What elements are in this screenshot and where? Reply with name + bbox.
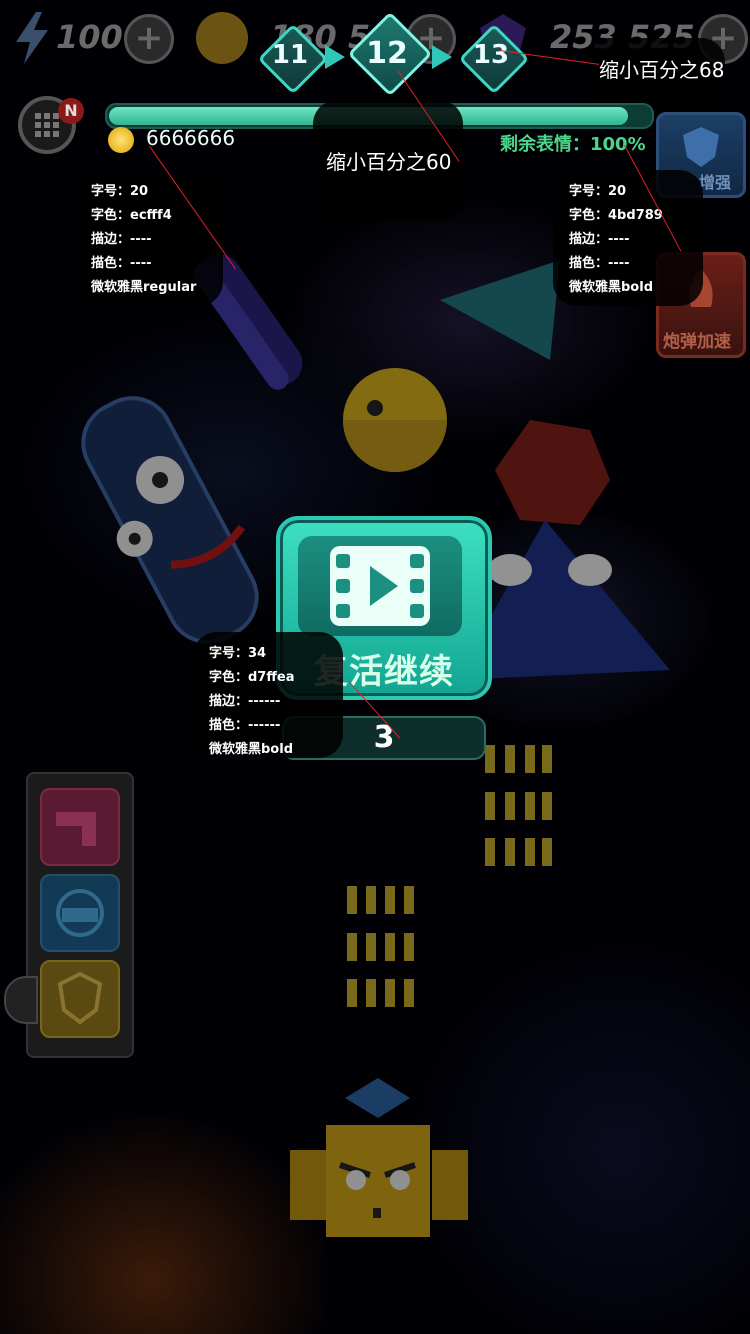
spec-line: 描色：------ bbox=[209, 718, 281, 733]
spec-line: 字色：4bd789 bbox=[569, 208, 663, 223]
armor-icon bbox=[57, 972, 103, 1025]
level-arrow-icon bbox=[432, 45, 452, 69]
level-current-label: 12 bbox=[366, 36, 408, 71]
coin-spec-note: 字号：20 字色：ecfff4 描边：---- 描色：---- 微软雅黑regular bbox=[75, 170, 223, 306]
skill-armor-button[interactable] bbox=[40, 960, 120, 1038]
spec-line: 字号：34 bbox=[209, 646, 267, 661]
revive-icon-panel bbox=[298, 536, 462, 636]
remaining-percent: 100% bbox=[590, 134, 646, 155]
video-play-icon bbox=[330, 546, 430, 626]
shell-speed-label: 炮弹加速 bbox=[663, 332, 731, 352]
skill-gun-button[interactable] bbox=[40, 788, 120, 866]
spec-line: 微软雅黑bold bbox=[209, 742, 293, 757]
spec-line: 字号：20 bbox=[569, 184, 627, 199]
grid-icon bbox=[35, 113, 59, 137]
tank-icon bbox=[56, 889, 104, 937]
spec-line: 字色：ecfff4 bbox=[91, 208, 172, 223]
spec-line: 描边：------ bbox=[209, 694, 281, 709]
coin-icon bbox=[196, 12, 248, 64]
shield-icon bbox=[683, 127, 719, 167]
remaining-emoji: 剩余表情：100% bbox=[500, 130, 646, 156]
spec-line: 字号：20 bbox=[91, 184, 149, 199]
revive-spec-note: 字号：34 字色：d7ffea 描边：------ 描色：------ 微软雅黑bold bbox=[193, 632, 343, 758]
coin-counter: 6666666 bbox=[146, 126, 236, 150]
coin-icon bbox=[108, 127, 134, 153]
spec-line: 描色：---- bbox=[91, 256, 152, 271]
progress-scale-note: 缩小百分之60 bbox=[313, 100, 463, 220]
enhance-label: 增强 bbox=[699, 173, 732, 192]
energy-plus-button[interactable]: + bbox=[124, 14, 174, 64]
side-toggle-handle[interactable] bbox=[4, 976, 38, 1024]
gun-icon bbox=[56, 812, 96, 846]
level-prev-label: 11 bbox=[271, 40, 309, 70]
new-badge: N bbox=[58, 98, 84, 124]
lightning-icon bbox=[16, 12, 48, 64]
progress-spec-note: 字号：20 字色：4bd789 描边：---- 描色：---- 微软雅黑bold bbox=[553, 170, 703, 306]
spec-line: 微软雅黑bold bbox=[569, 280, 653, 295]
skill-tank-button[interactable] bbox=[40, 874, 120, 952]
remaining-label: 剩余表情： bbox=[500, 134, 590, 155]
spec-line: 字色：d7ffea bbox=[209, 670, 295, 685]
skill-panel bbox=[26, 772, 134, 1058]
level-next-label: 13 bbox=[472, 40, 510, 70]
spec-line: 微软雅黑regular bbox=[91, 280, 197, 295]
energy-value: 100 bbox=[56, 18, 123, 56]
level-arrow-icon bbox=[325, 45, 345, 69]
spec-line: 描边：---- bbox=[91, 232, 152, 247]
spec-line: 描色：---- bbox=[569, 256, 630, 271]
